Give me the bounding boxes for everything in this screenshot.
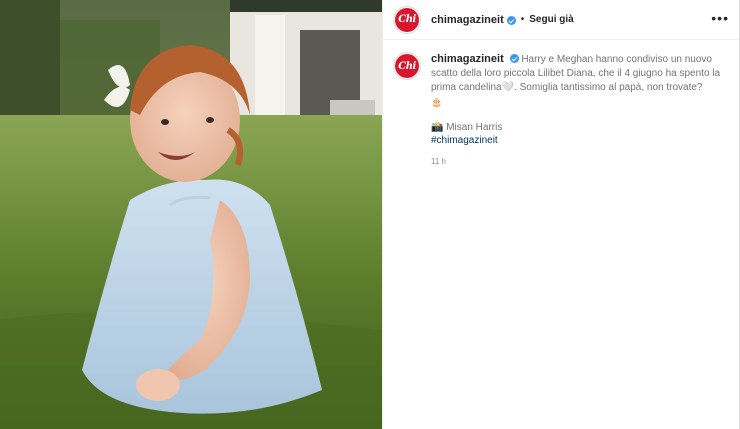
verified-badge-icon — [506, 16, 516, 25]
header-username[interactable]: chimagazineit — [431, 14, 504, 26]
caption-block: Chi chimagazineit Harry e Meghan hanno c… — [393, 52, 729, 166]
photo-credit: 📸 Misan Harris — [431, 122, 503, 133]
caption-username[interactable]: chimagazineit — [431, 53, 504, 65]
caption-avatar[interactable]: Chi — [393, 52, 421, 80]
post-timestamp: 11 h — [431, 157, 446, 166]
chi-logo-icon: Chi — [395, 54, 419, 78]
following-button[interactable]: Segui già — [529, 14, 573, 25]
post-header: Chi chimagazineit • Segui già ••• — [383, 0, 740, 40]
caption-author-row: chimagazineit Harry e Meghan hanno condi… — [431, 52, 727, 95]
chi-logo-icon: Chi — [395, 7, 419, 32]
avatar[interactable]: Chi — [393, 5, 421, 34]
more-options-icon[interactable]: ••• — [711, 11, 729, 29]
post-photo[interactable] — [0, 0, 382, 429]
photo-illustration — [0, 0, 382, 429]
caption-text-area: chimagazineit Harry e Meghan hanno condi… — [431, 52, 727, 166]
hashtag-link[interactable]: #chimagazineit — [431, 134, 727, 147]
cake-emoji: 🎂 — [431, 97, 443, 107]
verified-badge-icon — [509, 54, 519, 63]
post-panel: Chi chimagazineit • Segui già ••• Chi ch… — [382, 0, 740, 429]
separator-dot: • — [520, 14, 525, 25]
